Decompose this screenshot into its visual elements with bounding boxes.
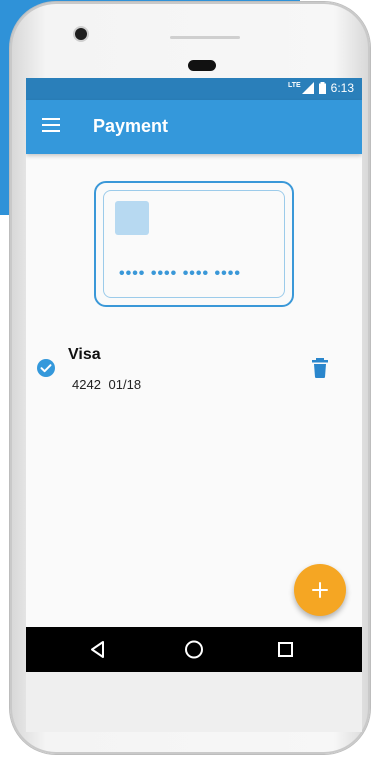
recent-apps-icon[interactable] [274,627,298,672]
menu-icon[interactable] [42,118,60,132]
phone-chin [26,672,362,732]
earpiece [188,60,216,71]
signal-icon [301,82,314,94]
system-nav-bar [26,627,362,672]
back-icon[interactable] [86,627,110,672]
selected-check-icon[interactable] [37,359,55,377]
camera-icon [75,28,87,40]
home-icon[interactable] [182,627,206,672]
card-chip-icon [115,201,149,235]
card-details: 4242 01/18 [72,377,141,392]
speaker-grille [170,36,240,39]
app-bar: Payment [26,100,362,154]
add-card-button[interactable] [294,564,346,616]
card-brand-label: Visa [68,346,101,363]
status-bar: LTE 6:13 [26,78,362,100]
card-illustration: •••• •••• •••• •••• [94,181,294,307]
battery-icon [318,82,326,94]
app-screen: LTE 6:13 Payment •••• •••• •••• •••• Vis… [26,78,362,672]
delete-icon[interactable] [312,358,328,378]
card-face: •••• •••• •••• •••• [103,190,285,298]
lte-label: LTE [287,81,301,89]
page-title: Payment [93,116,169,136]
card-last4: 4242 [72,377,101,392]
masked-card-number: •••• •••• •••• •••• [119,265,241,282]
plus-icon [312,582,328,598]
status-time: 6:13 [330,81,354,95]
card-expiry: 01/18 [108,377,142,392]
